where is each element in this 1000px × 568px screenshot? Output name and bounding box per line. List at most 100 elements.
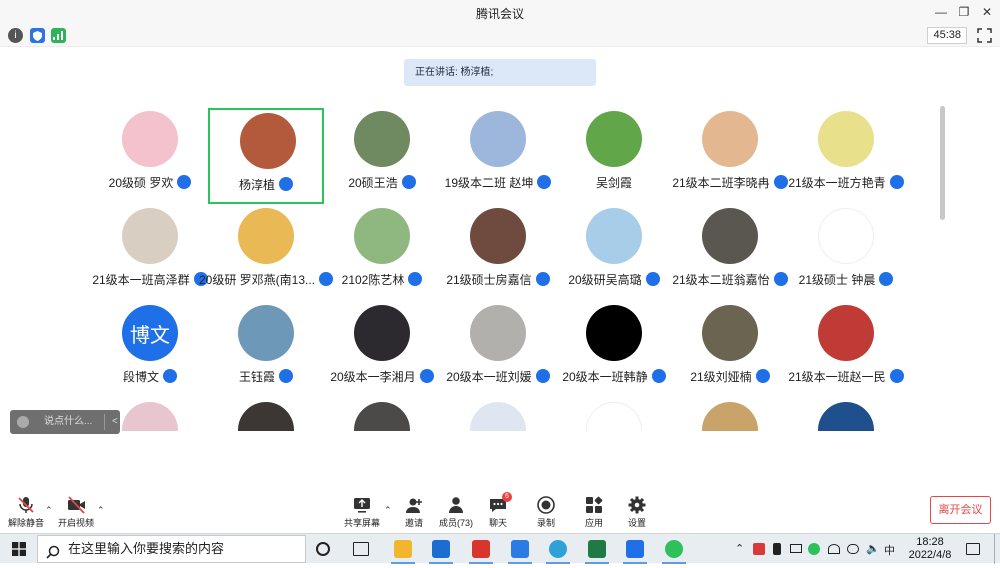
avatar [354, 402, 410, 431]
info-icon[interactable]: i [8, 28, 23, 43]
settings-button[interactable]: 设置 [617, 496, 657, 529]
add-user-icon [405, 496, 423, 514]
mic-status-icon [177, 175, 192, 189]
chat-label: 聊天 [488, 518, 507, 528]
shield-icon[interactable] [30, 28, 45, 43]
apps-button[interactable]: 应用 [574, 496, 614, 529]
video-options-icon[interactable]: ⌃ [97, 505, 105, 516]
mail-icon[interactable] [429, 540, 453, 564]
record-button[interactable]: 录制 [526, 496, 566, 529]
participant-tile[interactable]: 21级本一班方艳青 [788, 108, 904, 204]
cortana-icon[interactable] [316, 542, 330, 556]
fullscreen-icon[interactable] [977, 28, 992, 43]
participant-tile[interactable] [208, 399, 324, 431]
windows-start-icon[interactable] [12, 542, 26, 556]
participant-tile[interactable]: 杨淳植 [208, 108, 324, 204]
taskbar-clock[interactable]: 18:28 2022/4/8 [902, 536, 958, 562]
members-label: 成员(73) [438, 518, 473, 528]
minimize-icon[interactable]: — [930, 3, 952, 21]
participant-name-text: 20级本一李湘月 [330, 370, 416, 384]
participant-name-text: 21级本二班李晓冉 [672, 176, 770, 190]
emoji-icon[interactable] [17, 416, 29, 428]
participant-tile[interactable]: 博文 段博文 [92, 302, 208, 398]
close-icon[interactable]: ✕ [976, 3, 998, 21]
chat-button[interactable]: 6 聊天 [478, 492, 518, 529]
qq-icon[interactable] [508, 540, 532, 564]
taskbar-search-box[interactable]: 在这里输入你要搜索的内容 [37, 535, 306, 563]
tray-app-icon[interactable] [753, 543, 765, 555]
participant-tile[interactable]: 20级硕 罗欢 [92, 108, 208, 204]
unmute-button[interactable]: 解除静音 [6, 496, 46, 529]
wifi-icon[interactable] [828, 544, 840, 554]
participant-tile[interactable]: 21级刘娅楠 [672, 302, 788, 398]
participant-tile[interactable]: 20级本一班韩静 [556, 302, 672, 398]
edge-icon[interactable] [546, 540, 570, 564]
audio-options-icon[interactable]: ⌃ [45, 505, 53, 516]
start-video-button[interactable]: 开启视频 [56, 496, 96, 529]
participant-tile[interactable]: 21级本二班李晓冉 [672, 108, 788, 204]
participant-name: 21级硕士 钟晨 [778, 271, 914, 288]
task-view-icon[interactable] [353, 542, 369, 556]
cloud-icon[interactable] [847, 544, 859, 554]
share-screen-icon [353, 496, 371, 514]
avatar [122, 111, 178, 167]
signal-icon[interactable] [51, 28, 66, 43]
avatar [122, 402, 178, 431]
share-screen-button[interactable]: 共享屏幕 [342, 496, 382, 529]
avatar [122, 208, 178, 264]
participant-tile[interactable]: 19级本二班 赵坤 [440, 108, 556, 204]
battery-icon[interactable] [790, 544, 802, 553]
leave-meeting-button[interactable]: 离开会议 [930, 496, 991, 524]
volume-icon[interactable]: 🔈 [866, 542, 880, 555]
tray-phone-icon[interactable] [773, 543, 781, 555]
participant-tile[interactable] [440, 399, 556, 431]
share-options-icon[interactable]: ⌃ [384, 505, 392, 516]
participant-tile[interactable]: 20级研 罗邓燕(南13... [199, 205, 334, 301]
participant-tile[interactable]: 21级本一班赵一民 [788, 302, 904, 398]
avatar [470, 208, 526, 264]
participant-tile[interactable]: 20级本一班刘媛 [440, 302, 556, 398]
notification-icon[interactable] [966, 543, 980, 555]
participant-tile[interactable]: 21级硕士 钟晨 [788, 205, 904, 301]
participant-tile[interactable]: 21级硕士房嘉信 [440, 205, 556, 301]
participant-grid: 20级硕 罗欢 杨淳植 20硕王浩 19级本二班 赵坤 吴剑霞 21级本二班李晓冉 21级本… [92, 108, 922, 431]
participant-tile[interactable]: 王钰霞 [208, 302, 324, 398]
avatar [238, 208, 294, 264]
participant-tile[interactable]: 2102陈艺林 [324, 205, 440, 301]
meeting-timer: 45:38 [927, 27, 967, 44]
participant-tile[interactable] [788, 399, 904, 431]
participant-tile[interactable]: 吴剑霞 [556, 108, 672, 204]
participant-tile[interactable]: 21级本二班翁嘉怡 [672, 205, 788, 301]
excel-icon[interactable] [585, 540, 609, 564]
restore-icon[interactable]: ❐ [953, 3, 975, 21]
participant-tile[interactable]: 21级本一班高泽群 [92, 205, 208, 301]
participant-tile[interactable] [556, 399, 672, 431]
participant-name-text: 杨淳植 [238, 178, 275, 192]
file-explorer-icon[interactable] [391, 540, 415, 564]
participant-name-text: 20级硕 罗欢 [108, 176, 174, 190]
search-placeholder: 在这里输入你要搜索的内容 [68, 541, 225, 556]
search-icon [46, 542, 60, 559]
tray-expand-icon[interactable]: ⌃ [735, 542, 744, 555]
participant-name-text: 20硕王浩 [348, 176, 398, 190]
invite-button[interactable]: 邀请 [394, 496, 434, 529]
avatar [470, 111, 526, 167]
chat-input-bar[interactable]: 说点什么... < [10, 410, 120, 434]
participant-tile[interactable] [324, 399, 440, 431]
zy-app-icon[interactable] [469, 540, 493, 564]
participant-tile[interactable] [672, 399, 788, 431]
gear-icon [628, 496, 646, 514]
wechat-icon[interactable] [662, 540, 686, 564]
participant-name: 杨淳植 [200, 176, 332, 193]
collapse-chat-icon[interactable]: < [112, 410, 118, 434]
tray-wechat-icon[interactable] [808, 543, 820, 555]
participant-tile[interactable]: 20级本一李湘月 [324, 302, 440, 398]
tencent-meeting-icon[interactable] [623, 540, 647, 564]
participant-name-text: 21级刘娅楠 [690, 370, 752, 384]
members-button[interactable]: 成员(73) [436, 496, 476, 529]
participant-tile[interactable]: 20级研吴高璐 [556, 205, 672, 301]
ime-indicator[interactable]: 中 [884, 542, 895, 558]
show-desktop-button[interactable] [994, 534, 1000, 564]
grid-scrollbar[interactable] [940, 106, 945, 220]
participant-tile[interactable]: 20硕王浩 [324, 108, 440, 204]
